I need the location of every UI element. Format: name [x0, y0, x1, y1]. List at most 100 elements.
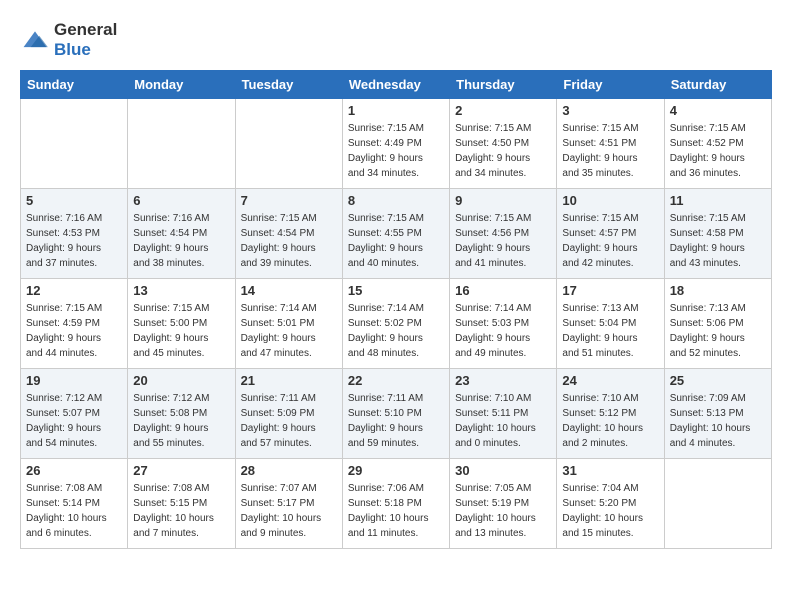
week-row-4: 19 Sunrise: 7:12 AM Sunset: 5:07 PM Dayli…	[21, 369, 772, 459]
day-info: Sunrise: 7:15 AM Sunset: 4:58 PM Dayligh…	[670, 211, 766, 271]
day-info: Sunrise: 7:08 AM Sunset: 5:15 PM Dayligh…	[133, 481, 229, 541]
day-info: Sunrise: 7:15 AM Sunset: 5:00 PM Dayligh…	[133, 301, 229, 361]
day-cell: 7 Sunrise: 7:15 AM Sunset: 4:54 PM Daylig…	[235, 189, 342, 279]
day-number: 3	[562, 103, 658, 118]
day-cell	[235, 99, 342, 189]
day-number: 17	[562, 283, 658, 298]
day-number: 23	[455, 373, 551, 388]
day-info: Sunrise: 7:04 AM Sunset: 5:20 PM Dayligh…	[562, 481, 658, 541]
day-info: Sunrise: 7:13 AM Sunset: 5:06 PM Dayligh…	[670, 301, 766, 361]
day-cell: 22 Sunrise: 7:11 AM Sunset: 5:10 PM Dayli…	[342, 369, 449, 459]
day-number: 15	[348, 283, 444, 298]
weekday-header-friday: Friday	[557, 71, 664, 99]
day-cell	[21, 99, 128, 189]
day-info: Sunrise: 7:15 AM Sunset: 4:50 PM Dayligh…	[455, 121, 551, 181]
day-number: 14	[241, 283, 337, 298]
week-row-1: 1 Sunrise: 7:15 AM Sunset: 4:49 PM Daylig…	[21, 99, 772, 189]
day-info: Sunrise: 7:11 AM Sunset: 5:10 PM Dayligh…	[348, 391, 444, 451]
day-number: 22	[348, 373, 444, 388]
day-number: 16	[455, 283, 551, 298]
day-cell: 31 Sunrise: 7:04 AM Sunset: 5:20 PM Dayli…	[557, 459, 664, 549]
logo-icon	[20, 30, 50, 50]
day-number: 25	[670, 373, 766, 388]
day-cell: 1 Sunrise: 7:15 AM Sunset: 4:49 PM Daylig…	[342, 99, 449, 189]
day-info: Sunrise: 7:15 AM Sunset: 4:54 PM Dayligh…	[241, 211, 337, 271]
day-number: 7	[241, 193, 337, 208]
day-cell: 29 Sunrise: 7:06 AM Sunset: 5:18 PM Dayli…	[342, 459, 449, 549]
day-cell: 30 Sunrise: 7:05 AM Sunset: 5:19 PM Dayli…	[450, 459, 557, 549]
day-number: 24	[562, 373, 658, 388]
day-number: 19	[26, 373, 122, 388]
day-info: Sunrise: 7:15 AM Sunset: 4:49 PM Dayligh…	[348, 121, 444, 181]
day-info: Sunrise: 7:07 AM Sunset: 5:17 PM Dayligh…	[241, 481, 337, 541]
day-number: 18	[670, 283, 766, 298]
day-number: 6	[133, 193, 229, 208]
day-info: Sunrise: 7:15 AM Sunset: 4:52 PM Dayligh…	[670, 121, 766, 181]
day-cell: 4 Sunrise: 7:15 AM Sunset: 4:52 PM Daylig…	[664, 99, 771, 189]
day-cell: 14 Sunrise: 7:14 AM Sunset: 5:01 PM Dayli…	[235, 279, 342, 369]
day-number: 20	[133, 373, 229, 388]
day-cell: 15 Sunrise: 7:14 AM Sunset: 5:02 PM Dayli…	[342, 279, 449, 369]
day-cell: 3 Sunrise: 7:15 AM Sunset: 4:51 PM Daylig…	[557, 99, 664, 189]
day-cell: 19 Sunrise: 7:12 AM Sunset: 5:07 PM Dayli…	[21, 369, 128, 459]
week-row-2: 5 Sunrise: 7:16 AM Sunset: 4:53 PM Daylig…	[21, 189, 772, 279]
weekday-header-wednesday: Wednesday	[342, 71, 449, 99]
day-number: 5	[26, 193, 122, 208]
day-cell: 13Sunrise: 7:15 AM Sunset: 5:00 PM Dayli…	[128, 279, 235, 369]
day-info: Sunrise: 7:11 AM Sunset: 5:09 PM Dayligh…	[241, 391, 337, 451]
day-cell: 9Sunrise: 7:15 AM Sunset: 4:56 PM Daylig…	[450, 189, 557, 279]
day-number: 2	[455, 103, 551, 118]
day-number: 12	[26, 283, 122, 298]
day-info: Sunrise: 7:15 AM Sunset: 4:56 PM Dayligh…	[455, 211, 551, 271]
day-cell: 6 Sunrise: 7:16 AM Sunset: 4:54 PM Daylig…	[128, 189, 235, 279]
weekday-header-row: SundayMondayTuesdayWednesdayThursdayFrid…	[21, 71, 772, 99]
header: General Blue	[20, 20, 772, 60]
day-info: Sunrise: 7:05 AM Sunset: 5:19 PM Dayligh…	[455, 481, 551, 541]
day-number: 8	[348, 193, 444, 208]
day-cell: 25 Sunrise: 7:09 AM Sunset: 5:13 PM Dayli…	[664, 369, 771, 459]
day-info: Sunrise: 7:10 AM Sunset: 5:11 PM Dayligh…	[455, 391, 551, 451]
day-info: Sunrise: 7:12 AM Sunset: 5:07 PM Dayligh…	[26, 391, 122, 451]
day-info: Sunrise: 7:14 AM Sunset: 5:02 PM Dayligh…	[348, 301, 444, 361]
day-info: Sunrise: 7:16 AM Sunset: 4:54 PM Dayligh…	[133, 211, 229, 271]
day-info: Sunrise: 7:14 AM Sunset: 5:03 PM Dayligh…	[455, 301, 551, 361]
weekday-header-thursday: Thursday	[450, 71, 557, 99]
day-number: 30	[455, 463, 551, 478]
day-info: Sunrise: 7:16 AM Sunset: 4:53 PM Dayligh…	[26, 211, 122, 271]
day-info: Sunrise: 7:15 AM Sunset: 4:51 PM Dayligh…	[562, 121, 658, 181]
calendar-table: SundayMondayTuesdayWednesdayThursdayFrid…	[20, 70, 772, 549]
day-cell: 2 Sunrise: 7:15 AM Sunset: 4:50 PM Daylig…	[450, 99, 557, 189]
day-cell: 20 Sunrise: 7:12 AM Sunset: 5:08 PM Dayli…	[128, 369, 235, 459]
logo-general: General	[54, 20, 117, 39]
day-number: 31	[562, 463, 658, 478]
day-number: 29	[348, 463, 444, 478]
day-cell: 11Sunrise: 7:15 AM Sunset: 4:58 PM Dayli…	[664, 189, 771, 279]
day-info: Sunrise: 7:15 AM Sunset: 4:55 PM Dayligh…	[348, 211, 444, 271]
day-cell: 17 Sunrise: 7:13 AM Sunset: 5:04 PM Dayli…	[557, 279, 664, 369]
day-number: 4	[670, 103, 766, 118]
day-info: Sunrise: 7:14 AM Sunset: 5:01 PM Dayligh…	[241, 301, 337, 361]
day-info: Sunrise: 7:09 AM Sunset: 5:13 PM Dayligh…	[670, 391, 766, 451]
day-number: 28	[241, 463, 337, 478]
day-cell: 8 Sunrise: 7:15 AM Sunset: 4:55 PM Daylig…	[342, 189, 449, 279]
day-cell: 26Sunrise: 7:08 AM Sunset: 5:14 PM Dayli…	[21, 459, 128, 549]
day-number: 21	[241, 373, 337, 388]
week-row-3: 12 Sunrise: 7:15 AM Sunset: 4:59 PM Dayli…	[21, 279, 772, 369]
day-info: Sunrise: 7:06 AM Sunset: 5:18 PM Dayligh…	[348, 481, 444, 541]
day-info: Sunrise: 7:08 AM Sunset: 5:14 PM Dayligh…	[26, 481, 122, 541]
day-cell: 21 Sunrise: 7:11 AM Sunset: 5:09 PM Dayli…	[235, 369, 342, 459]
logo: General Blue	[20, 20, 117, 60]
day-number: 1	[348, 103, 444, 118]
day-cell: 24Sunrise: 7:10 AM Sunset: 5:12 PM Dayli…	[557, 369, 664, 459]
day-info: Sunrise: 7:15 AM Sunset: 4:59 PM Dayligh…	[26, 301, 122, 361]
day-cell: 18 Sunrise: 7:13 AM Sunset: 5:06 PM Dayli…	[664, 279, 771, 369]
day-info: Sunrise: 7:13 AM Sunset: 5:04 PM Dayligh…	[562, 301, 658, 361]
weekday-header-sunday: Sunday	[21, 71, 128, 99]
day-cell: 12 Sunrise: 7:15 AM Sunset: 4:59 PM Dayli…	[21, 279, 128, 369]
day-cell: 5 Sunrise: 7:16 AM Sunset: 4:53 PM Daylig…	[21, 189, 128, 279]
day-info: Sunrise: 7:12 AM Sunset: 5:08 PM Dayligh…	[133, 391, 229, 451]
day-number: 27	[133, 463, 229, 478]
weekday-header-saturday: Saturday	[664, 71, 771, 99]
day-cell: 16 Sunrise: 7:14 AM Sunset: 5:03 PM Dayli…	[450, 279, 557, 369]
day-cell: 28 Sunrise: 7:07 AM Sunset: 5:17 PM Dayli…	[235, 459, 342, 549]
